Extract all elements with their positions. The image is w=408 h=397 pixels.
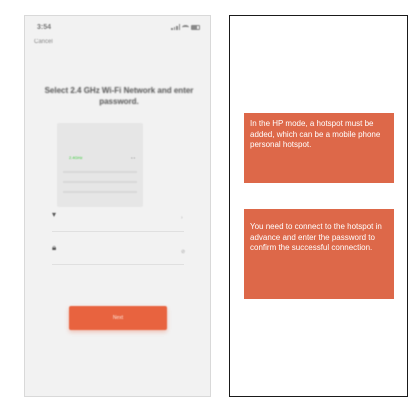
network-list: 2.4GHz • • bbox=[57, 123, 143, 207]
network-signal-dots: • • bbox=[131, 155, 135, 160]
wifi-icon: ▾ bbox=[52, 210, 57, 219]
show-password-icon[interactable]: ⊘ bbox=[181, 249, 185, 255]
cancel-button[interactable]: Cancel bbox=[34, 39, 53, 45]
wifi-name-field[interactable] bbox=[68, 219, 188, 237]
wifi-dropdown-chevron-icon[interactable]: › bbox=[181, 215, 183, 221]
network-frequency: 2.4GHz bbox=[69, 155, 83, 160]
wifi-status-icon bbox=[182, 24, 189, 30]
battery-icon bbox=[191, 24, 200, 30]
status-time: 3:54 bbox=[37, 23, 52, 31]
network-item[interactable] bbox=[63, 181, 137, 183]
password-field-underline bbox=[52, 264, 184, 265]
status-icons bbox=[171, 24, 200, 30]
callout-connect-hotspot: You need to connect to the hotspot in ad… bbox=[244, 209, 394, 299]
callout-hotspot-mode: In the HP mode, a hotspot must be added,… bbox=[244, 113, 394, 183]
lock-icon: 🔒︎ bbox=[52, 243, 57, 252]
network-item[interactable] bbox=[63, 191, 137, 193]
wifi-field-underline bbox=[52, 231, 184, 232]
next-button[interactable]: Next bbox=[69, 306, 167, 330]
status-bar: 3:54 bbox=[25, 16, 210, 38]
signal-icon bbox=[171, 24, 180, 30]
network-item-selected[interactable]: 2.4GHz bbox=[65, 155, 83, 160]
password-field[interactable] bbox=[68, 252, 188, 270]
annotation-panel bbox=[229, 15, 408, 397]
page-title: Select 2.4 GHz Wi-Fi Network and enter p… bbox=[44, 86, 194, 106]
network-item[interactable] bbox=[63, 171, 137, 173]
